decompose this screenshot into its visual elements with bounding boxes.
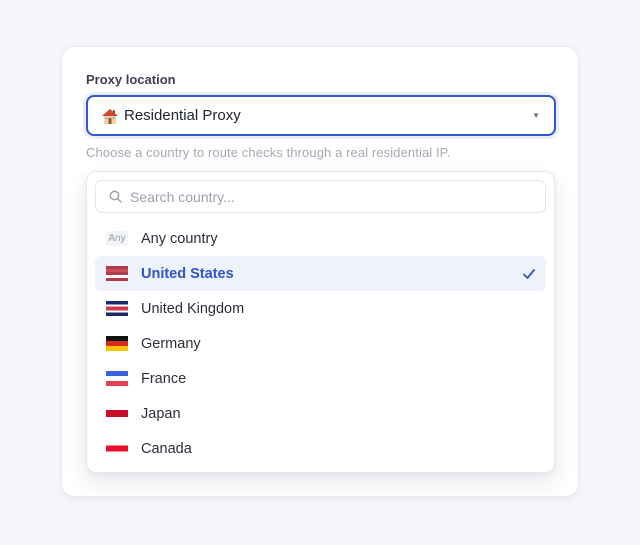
flag-de-icon (106, 336, 128, 351)
flag-ca-icon (106, 441, 128, 456)
flag-uk-icon (106, 301, 128, 316)
country-dropdown: Any Any country United States (86, 171, 555, 473)
option-label: United Kingdom (141, 300, 245, 317)
option-label: Germany (141, 335, 201, 352)
flag-jp-icon (106, 406, 128, 421)
field-hint: Choose a country to route checks through… (86, 145, 451, 160)
checkmark-icon (523, 269, 535, 279)
option-germany[interactable]: Germany (95, 326, 546, 361)
selected-value: Residential Proxy (124, 107, 241, 124)
search-input[interactable] (130, 188, 520, 205)
option-label: Any country (141, 230, 218, 247)
flag-us-icon (106, 266, 128, 281)
option-label: France (141, 370, 187, 387)
country-list: Any Any country United States United Kin… (95, 221, 546, 466)
option-canada[interactable]: Canada (95, 431, 546, 466)
option-label: Canada (141, 440, 192, 457)
flag-fr-icon (106, 371, 128, 386)
option-japan[interactable]: Japan (95, 396, 546, 431)
any-badge: Any (106, 231, 128, 246)
field-label: Proxy location (86, 72, 176, 87)
option-any-country[interactable]: Any Any country (95, 221, 546, 256)
house-icon (102, 108, 118, 124)
search-box[interactable] (95, 180, 546, 213)
chevron-down-icon: ▼ (532, 111, 540, 120)
search-icon (109, 190, 122, 203)
option-label: United States (141, 265, 234, 282)
proxy-location-select[interactable]: Residential Proxy ▼ (86, 95, 556, 136)
option-france[interactable]: France (95, 361, 546, 396)
option-united-states[interactable]: United States (95, 256, 546, 291)
option-label: Japan (141, 405, 181, 422)
option-united-kingdom[interactable]: United Kingdom (95, 291, 546, 326)
